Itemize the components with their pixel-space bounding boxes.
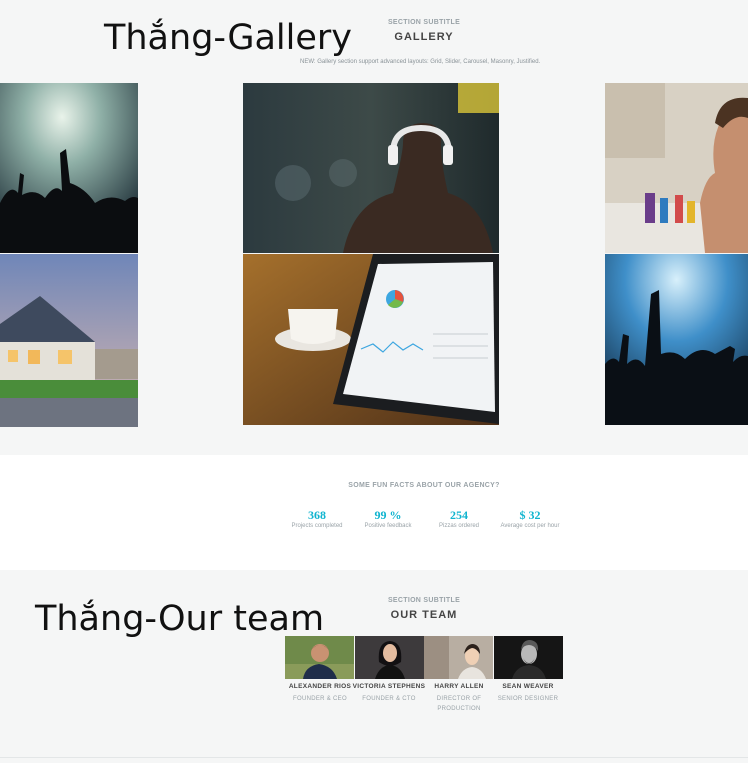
house-evening-photo[interactable] [0,254,138,427]
team-member-role-sean: SENIOR DESIGNER [497,696,559,702]
gallery-note: NEW: Gallery section support advanced la… [300,59,541,65]
gallery-overlay-title: Thắng-Gallery [104,18,352,58]
fact-label-projects: Projects completed [291,523,343,529]
tablet-analytics-photo[interactable] [243,254,499,425]
team-subtitle: SECTION SUBTITLE [387,597,461,604]
man-at-desk-photo[interactable] [605,83,748,253]
fact-value-projects: 368 [308,508,326,522]
fact-value-feedback: 99 % [374,508,402,522]
fact-label-feedback: Positive feedback [364,523,412,529]
concert-crowd-photo[interactable] [0,83,138,253]
team-section: SECTION SUBTITLE OUR TEAM ALEXANDER RIOS… [0,570,748,745]
team-member-name-harry: HARRY ALLEN [434,683,484,690]
headphones-man-photo[interactable] [243,83,499,253]
team-member-role-victoria: FOUNDER & CTO [362,696,416,702]
concert-hands-photo[interactable] [605,254,748,425]
team-overlay-title: Thắng-Our team [35,599,325,639]
team-member-photo-alexander[interactable] [285,636,354,679]
facts-heading: SOME FUN FACTS ABOUT OUR AGENCY? [348,482,500,489]
fact-value-pizzas: 254 [450,508,468,522]
fact-label-cost: Average cost per hour [500,523,560,529]
team-member-photo-sean[interactable] [494,636,563,679]
gallery-subtitle: SECTION SUBTITLE [387,19,461,26]
team-member-name-alexander: ALEXANDER RIOS [288,683,352,690]
footer-divider [0,757,748,758]
fun-facts-section: SOME FUN FACTS ABOUT OUR AGENCY? 368 Pro… [0,455,748,570]
gallery-title: GALLERY [394,31,454,43]
team-member-name-victoria: VICTORIA STEPHENS [352,683,426,690]
team-member-photo-victoria[interactable] [355,636,424,679]
team-member-role-alexander: FOUNDER & CEO [293,696,347,702]
team-member-role-harry: DIRECTOR OF PRODUCTION [436,696,482,712]
team-title: OUR TEAM [390,609,458,621]
fact-value-cost: $ 32 [519,508,541,522]
fact-label-pizzas: Pizzas ordered [438,523,480,529]
team-member-photo-harry[interactable] [424,636,493,679]
team-member-name-sean: SEAN WEAVER [502,683,554,690]
